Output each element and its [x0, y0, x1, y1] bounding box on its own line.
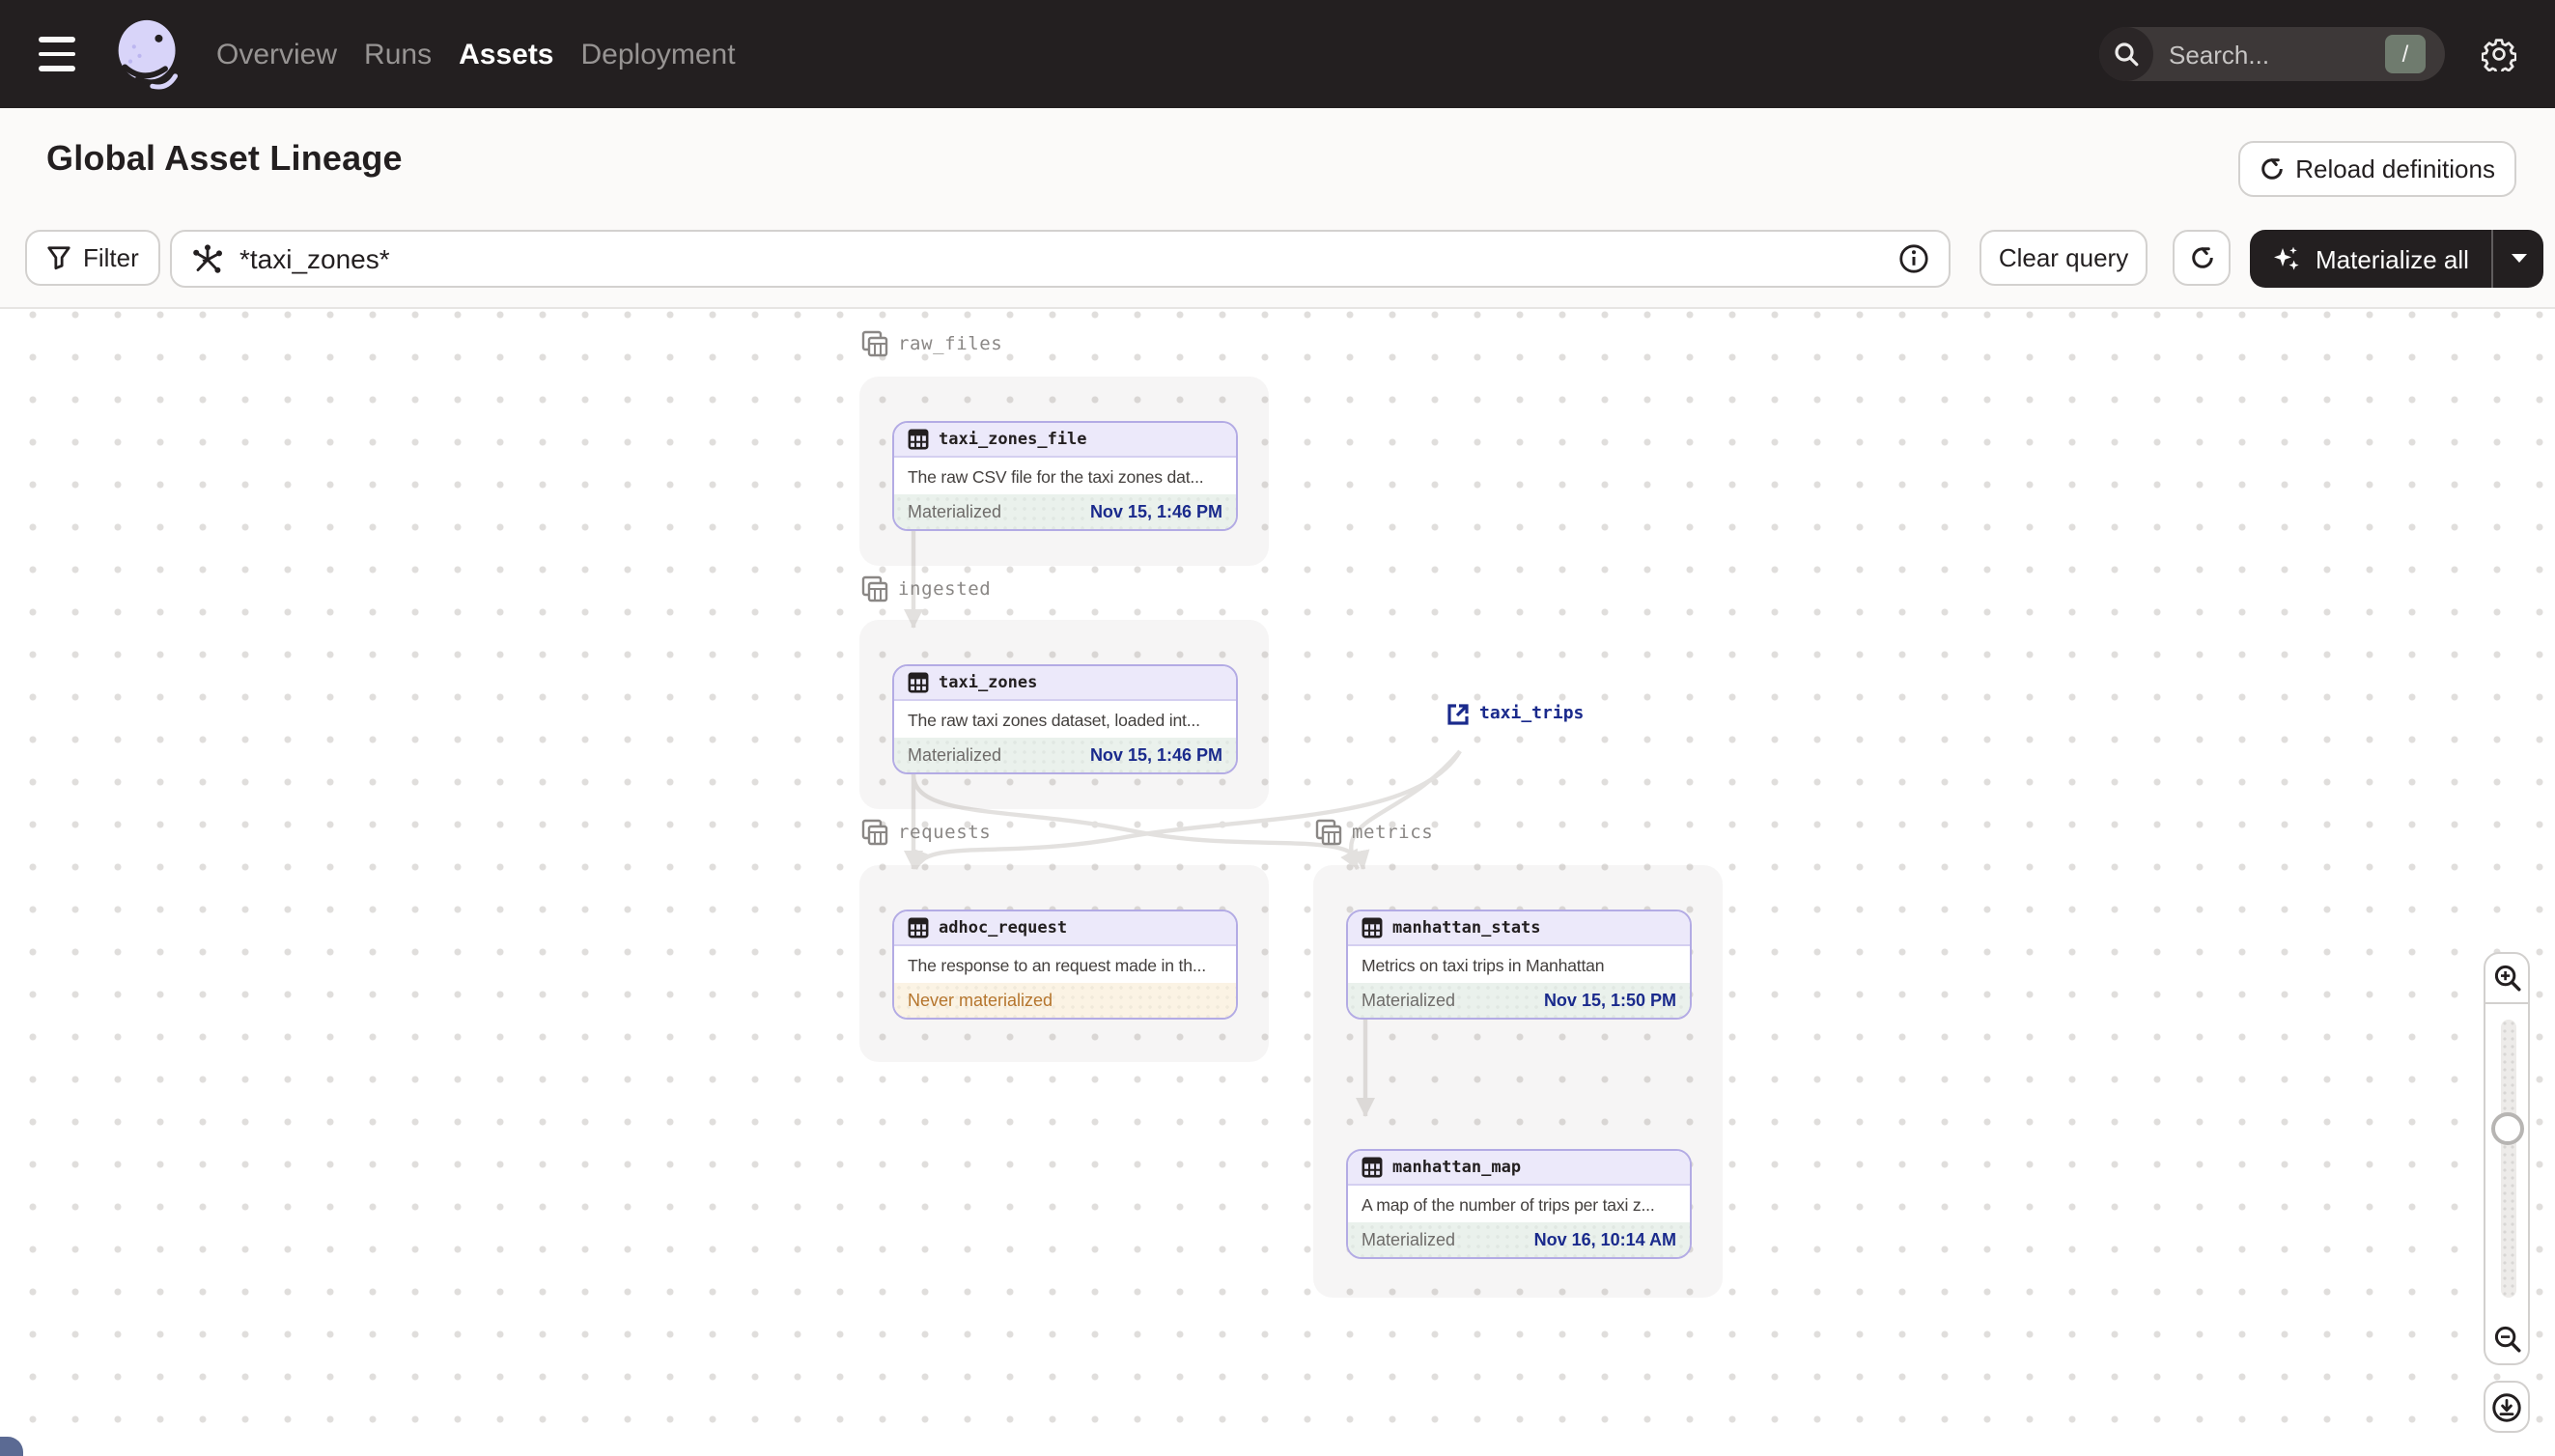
table-icon	[1362, 917, 1383, 938]
materialize-options-button[interactable]	[2491, 230, 2544, 288]
reload-definitions-button[interactable]: Reload definitions	[2237, 141, 2516, 197]
status-timestamp[interactable]: Nov 16, 10:14 AM	[1534, 1230, 1676, 1249]
gear-icon	[2482, 39, 2516, 71]
table-icon	[908, 672, 929, 693]
asset-description: A map of the number of trips per taxi z.…	[1362, 1194, 1655, 1215]
status-label: Materialized	[908, 501, 1002, 521]
asset-query-input[interactable]	[239, 243, 1898, 274]
info-icon[interactable]	[1898, 243, 1929, 274]
zoom-slider[interactable]	[2484, 1004, 2530, 1313]
sparkle-icon	[2274, 246, 2299, 270]
asset-node-taxi-zones-file[interactable]: taxi_zones_file The raw CSV file for the…	[892, 421, 1238, 531]
op-selector-icon	[193, 243, 222, 272]
group-label-metrics[interactable]: metrics	[1315, 819, 1433, 846]
asset-name: taxi_zones_file	[939, 430, 1087, 450]
clear-query-button[interactable]: Clear query	[1979, 230, 2148, 286]
zoom-in-icon	[2493, 965, 2520, 992]
lineage-canvas[interactable]: raw_files ingested requests metrics taxi…	[0, 309, 2555, 1456]
table-icon	[908, 429, 929, 450]
dagster-logo[interactable]	[112, 17, 185, 91]
settings-button[interactable]	[2462, 17, 2536, 91]
menu-button[interactable]	[39, 33, 89, 75]
nav-assets[interactable]: Assets	[459, 38, 553, 70]
asset-status-row: Never materialized	[894, 982, 1236, 1018]
zoom-slider-track[interactable]	[2501, 1020, 2516, 1298]
group-label-requests[interactable]: requests	[861, 819, 991, 846]
zoom-slider-handle[interactable]	[2491, 1112, 2524, 1145]
asset-description: The raw CSV file for the taxi zones dat.…	[908, 466, 1204, 487]
status-label: Materialized	[1362, 990, 1456, 1010]
top-nav-bar: Overview Runs Assets Deployment /	[0, 0, 2555, 108]
asset-name: manhattan_map	[1392, 1158, 1522, 1178]
refresh-icon	[2191, 247, 2212, 268]
caret-down-icon	[2511, 254, 2527, 263]
search-box[interactable]: /	[2099, 27, 2445, 81]
primary-nav: Overview Runs Assets Deployment	[216, 38, 736, 70]
asset-group-icon	[861, 330, 888, 357]
zoom-out-button[interactable]	[2484, 1313, 2530, 1365]
asset-node-adhoc-request[interactable]: adhoc_request The response to an request…	[892, 910, 1238, 1020]
status-timestamp[interactable]: Nov 15, 1:50 PM	[1544, 991, 1676, 1010]
page-title: Global Asset Lineage	[46, 138, 403, 177]
slash-shortcut-badge: /	[2385, 35, 2426, 73]
nav-runs[interactable]: Runs	[364, 38, 432, 70]
nav-overview[interactable]: Overview	[216, 38, 337, 70]
asset-name: taxi_zones	[939, 673, 1038, 693]
group-label-raw-files[interactable]: raw_files	[861, 330, 1002, 357]
download-icon	[2492, 1392, 2521, 1421]
asset-description: Metrics on taxi trips in Manhattan	[1362, 955, 1605, 975]
asset-status-row: Materialized Nov 15, 1:46 PM	[894, 737, 1236, 772]
asset-node-manhattan-map[interactable]: manhattan_map A map of the number of tri…	[1346, 1149, 1692, 1259]
status-label: Never materialized	[908, 990, 1053, 1010]
asset-group-icon	[861, 819, 888, 846]
asset-status-row: Materialized Nov 15, 1:46 PM	[894, 493, 1236, 529]
group-label-ingested[interactable]: ingested	[861, 575, 991, 602]
external-link-icon	[1447, 704, 1469, 725]
app-root: Overview Runs Assets Deployment / Globa	[0, 0, 2555, 1456]
zoom-in-button[interactable]	[2484, 952, 2530, 1004]
nav-deployment[interactable]: Deployment	[581, 38, 736, 70]
asset-description: The response to an request made in th...	[908, 955, 1206, 975]
table-icon	[908, 917, 929, 938]
asset-status-row: Materialized Nov 16, 10:14 AM	[1348, 1221, 1690, 1257]
lineage-edges	[904, 531, 1462, 1117]
asset-description: The raw taxi zones dataset, loaded int..…	[908, 710, 1200, 730]
search-input[interactable]	[2169, 40, 2362, 69]
status-timestamp[interactable]: Nov 15, 1:46 PM	[1090, 502, 1222, 521]
status-label: Materialized	[908, 744, 1002, 765]
asset-selection-input[interactable]	[170, 230, 1951, 288]
asset-name: manhattan_stats	[1392, 918, 1541, 938]
asset-group-icon	[861, 575, 888, 602]
asset-name: adhoc_request	[939, 918, 1068, 938]
status-timestamp[interactable]: Nov 15, 1:46 PM	[1090, 745, 1222, 765]
page-header: Global Asset Lineage Reload definitions	[0, 108, 2555, 209]
zoom-controls	[2484, 952, 2530, 1365]
search-icon	[2099, 27, 2153, 81]
table-icon	[1362, 1157, 1383, 1178]
download-graph-button[interactable]	[2484, 1381, 2530, 1433]
lineage-toolbar: Filter Clear query	[0, 209, 2555, 309]
asset-status-row: Materialized Nov 15, 1:50 PM	[1348, 982, 1690, 1018]
asset-node-taxi-zones[interactable]: taxi_zones The raw taxi zones dataset, l…	[892, 664, 1238, 774]
asset-node-manhattan-stats[interactable]: manhattan_stats Metrics on taxi trips in…	[1346, 910, 1692, 1020]
materialize-all-button[interactable]: Materialize all	[2250, 230, 2544, 288]
filter-icon	[47, 246, 70, 270]
filter-button[interactable]: Filter	[25, 230, 160, 286]
refresh-icon	[2260, 158, 2283, 180]
zoom-out-icon	[2493, 1325, 2520, 1352]
status-label: Materialized	[1362, 1229, 1456, 1249]
external-asset-taxi-trips[interactable]: taxi_trips	[1446, 703, 1584, 726]
refresh-graph-button[interactable]	[2173, 230, 2231, 286]
hamburger-icon	[39, 37, 75, 42]
asset-group-icon	[1315, 819, 1342, 846]
